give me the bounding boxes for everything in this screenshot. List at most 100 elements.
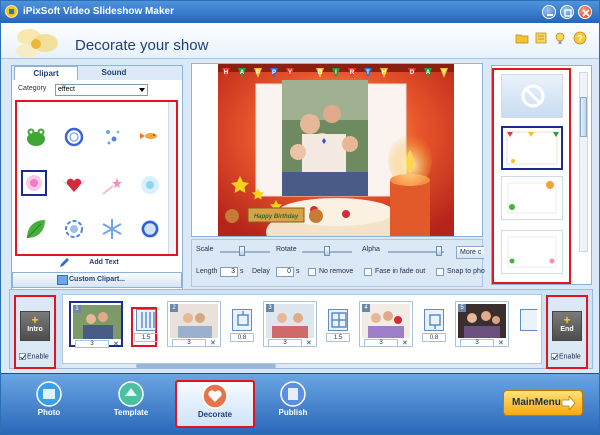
main-menu-button[interactable]: MainMenu — [503, 390, 583, 416]
custom-clipart-button[interactable]: Custom Clipart... — [12, 272, 182, 288]
nav-photo[interactable]: Photo — [17, 380, 81, 428]
more-button[interactable]: More c — [456, 246, 484, 259]
tab-sound[interactable]: Sound — [82, 66, 146, 80]
slide-strip-scrollbar-thumb[interactable] — [136, 364, 276, 368]
pink-glow-clipart[interactable] — [21, 170, 47, 196]
decoration-scrollbar[interactable] — [579, 72, 588, 252]
tab-clipart[interactable]: Clipart — [14, 66, 78, 80]
delete-slide-button[interactable]: ✕ — [402, 339, 408, 347]
delete-slide-button[interactable]: ✕ — [210, 339, 216, 347]
slide-2[interactable]: 2 3 ✕ — [167, 301, 221, 347]
flag-frame[interactable] — [501, 126, 563, 170]
clipart-scrollbar[interactable] — [168, 102, 176, 254]
close-button[interactable] — [578, 5, 592, 19]
snap-checkbox[interactable] — [436, 268, 444, 276]
banner-letter: B — [318, 70, 323, 76]
banner-letter: D — [410, 70, 415, 76]
decoration-list — [492, 68, 571, 284]
delay-input[interactable]: 0 — [276, 267, 294, 277]
blue-flower-clipart[interactable] — [61, 216, 87, 242]
delete-slide-button[interactable]: ✕ — [113, 340, 119, 348]
transition-1[interactable]: 1.5 — [131, 307, 158, 347]
slide-duration[interactable]: 3 — [268, 339, 302, 347]
slide-duration[interactable]: 3 — [75, 340, 109, 348]
nav-decorate[interactable]: Decorate — [175, 380, 255, 428]
frog-clipart[interactable] — [23, 124, 49, 150]
slide-5[interactable]: 5 3 ✕ — [455, 301, 509, 347]
end-enable-checkbox[interactable] — [551, 353, 558, 360]
blue-ring-clipart[interactable] — [137, 216, 163, 242]
length-input[interactable]: 3 — [220, 267, 238, 277]
banner-letter: A — [240, 70, 245, 76]
clipart-grid — [15, 100, 178, 256]
enable-label: Enable — [559, 353, 581, 361]
page-header: Decorate your show ? — [1, 23, 599, 59]
preview-canvas[interactable]: H A P P Y B I R T H D A Y Happy Birthday — [191, 63, 483, 237]
flower-frame[interactable] — [501, 230, 563, 274]
transition-duration[interactable]: 0.8 — [230, 333, 254, 342]
favorite-icon[interactable] — [534, 31, 548, 45]
close-icon — [582, 9, 590, 17]
blue-glow-clipart[interactable] — [137, 172, 163, 198]
no-decoration-icon — [521, 84, 545, 108]
delete-slide-button[interactable]: ✕ — [306, 339, 312, 347]
ring-clipart[interactable] — [61, 124, 87, 150]
minimize-button[interactable] — [542, 5, 556, 19]
delete-slide-button[interactable]: ✕ — [498, 339, 504, 347]
snap-label: Snap to pho — [447, 268, 485, 275]
slide-duration[interactable]: 3 — [460, 339, 494, 347]
intro-button[interactable]: + Intro — [20, 311, 50, 341]
sparkle-clipart[interactable] — [99, 124, 125, 150]
intro-enable[interactable]: Enable — [19, 353, 49, 360]
intro-section: + Intro Enable — [14, 295, 56, 369]
winged-heart-clipart[interactable] — [61, 172, 87, 198]
intro-label: Intro — [27, 326, 43, 333]
shooting-star-clipart[interactable] — [99, 172, 125, 198]
scale-slider[interactable] — [220, 251, 270, 253]
help-icon[interactable]: ? — [573, 31, 587, 45]
transition-3[interactable]: 1.5 — [325, 309, 351, 347]
nav-decorate-label: Decorate — [197, 410, 233, 419]
birthday-preview-image: H A P P Y B I R T H D A Y Happy Birthday — [218, 64, 454, 236]
category-select[interactable]: effect — [55, 84, 148, 96]
app-window: iPixSoft Video Slideshow Maker Decorate … — [0, 0, 600, 435]
slide-strip-scrollbar[interactable] — [62, 364, 542, 368]
fade-checkbox[interactable] — [364, 268, 372, 276]
no-remove-checkbox[interactable] — [308, 268, 316, 276]
balloon-frame[interactable] — [501, 176, 563, 220]
end-enable[interactable]: Enable — [551, 353, 581, 360]
scale-slider-thumb[interactable] — [239, 246, 245, 256]
no-decoration[interactable] — [501, 74, 563, 118]
intro-enable-checkbox[interactable] — [19, 353, 26, 360]
transition-duration[interactable]: 0.8 — [422, 333, 446, 342]
slide-3[interactable]: 3 3 ✕ — [263, 301, 317, 347]
plus-icon: + — [563, 313, 571, 327]
alpha-slider-thumb[interactable] — [436, 246, 442, 256]
transition-partial[interactable] — [517, 309, 537, 347]
folder-icon[interactable] — [515, 31, 529, 45]
transition-duration[interactable]: 1.5 — [134, 333, 158, 342]
transition-duration[interactable]: 1.5 — [326, 333, 350, 342]
check-icon — [552, 354, 558, 360]
slide-4[interactable]: 4 3 ✕ — [359, 301, 413, 347]
slide-duration[interactable]: 3 — [172, 339, 206, 347]
add-text-button[interactable]: Add Text — [12, 256, 182, 270]
balloon-frame-thumbnail — [507, 181, 557, 214]
decoration-scrollbar-thumb[interactable] — [580, 97, 587, 137]
nav-template[interactable]: Template — [99, 380, 163, 428]
rotate-slider-thumb[interactable] — [324, 246, 330, 256]
slide-number: 5 — [458, 304, 466, 312]
transition-2[interactable]: 0.8 — [229, 309, 255, 347]
fish-clipart[interactable] — [137, 124, 163, 150]
slide-duration[interactable]: 3 — [364, 339, 398, 347]
snowflake-clipart[interactable] — [99, 216, 125, 242]
transition-4[interactable]: 0.8 — [421, 309, 447, 347]
fade-label: Fase in fade out — [375, 268, 426, 275]
end-button[interactable]: + End — [552, 311, 582, 341]
slide-1[interactable]: 1 3 ✕ — [69, 301, 123, 348]
nav-publish[interactable]: Publish — [261, 380, 325, 428]
happy-birthday-sign: Happy Birthday — [254, 214, 299, 220]
leaf-clipart[interactable] — [23, 216, 49, 242]
maximize-button[interactable] — [560, 5, 574, 19]
lightbulb-icon[interactable] — [553, 31, 567, 45]
